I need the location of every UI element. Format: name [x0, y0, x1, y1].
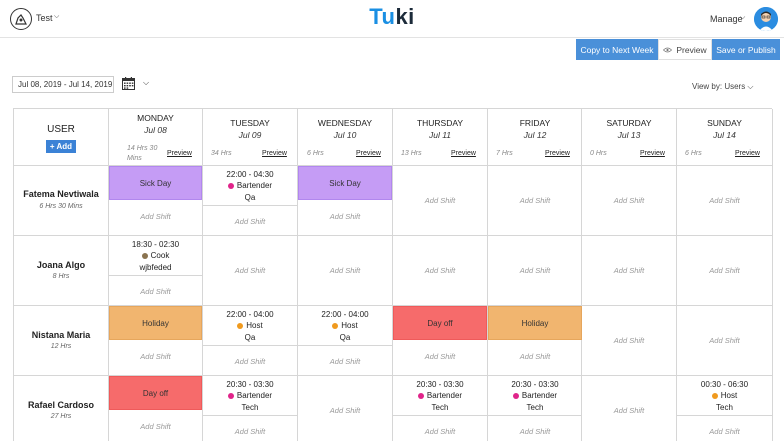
role-dot-icon [237, 322, 244, 329]
sick-day-block[interactable]: Sick Day [298, 166, 392, 200]
sick-day-block[interactable]: Sick Day [109, 166, 202, 200]
add-shift-link[interactable]: Add Shift [298, 406, 392, 415]
add-shift-link[interactable]: Add Shift [393, 196, 487, 205]
employee-name: Rafael Cardoso [27, 400, 95, 410]
employee-name: Nistana Maria [31, 330, 91, 340]
day-preview-link[interactable]: Preview [262, 150, 287, 157]
holiday-block[interactable]: Holiday [109, 306, 202, 340]
add-user-button[interactable]: + Add [46, 140, 76, 153]
add-shift-link[interactable]: Add Shift [677, 427, 772, 436]
role-dot-icon [227, 182, 234, 189]
calendar-icon[interactable] [122, 77, 135, 90]
role-dot-icon [141, 252, 148, 259]
holiday-block[interactable]: Holiday [488, 306, 582, 340]
add-shift-link[interactable]: Add Shift [488, 266, 582, 275]
add-shift-link[interactable]: Add Shift [298, 266, 392, 275]
day-preview-link[interactable]: Preview [640, 150, 665, 157]
employee-hours: 6 Hrs 30 Mins [39, 203, 83, 210]
add-shift-link[interactable]: Add Shift [393, 352, 487, 361]
top-nav: Test ⌵ Tuki Manage ⌵ [0, 0, 784, 38]
add-shift-link[interactable]: Add Shift [109, 212, 202, 221]
add-shift-link[interactable]: Add Shift [677, 196, 772, 205]
employee-hours: 27 Hrs [50, 413, 72, 420]
preview-button[interactable]: Preview [658, 39, 712, 60]
preview-label: Preview [676, 44, 707, 55]
add-shift-link[interactable]: Add Shift [488, 427, 582, 436]
role-dot-icon [512, 392, 519, 399]
employee-hours: 12 Hrs [50, 343, 72, 350]
day-preview-link[interactable]: Preview [545, 150, 570, 157]
add-shift-link[interactable]: Add Shift [393, 427, 487, 436]
day-off-block[interactable]: Day off [393, 306, 487, 340]
avatar[interactable] [754, 7, 778, 31]
role-dot-icon [227, 392, 234, 399]
add-shift-link[interactable]: Add Shift [109, 287, 202, 296]
day-off-block[interactable]: Day off [109, 376, 202, 410]
employee-name: Joana Algo [36, 260, 86, 270]
add-shift-link[interactable]: Add Shift [109, 422, 202, 431]
view-by-select[interactable]: View by: Users ⌵ [692, 82, 754, 92]
chevron-down-icon[interactable]: ⌵ [740, 14, 745, 22]
role-dot-icon [332, 322, 339, 329]
brand-logo: Tuki [369, 4, 415, 29]
add-shift-link[interactable]: Add Shift [488, 196, 582, 205]
day-preview-link[interactable]: Preview [356, 150, 381, 157]
add-shift-link[interactable]: Add Shift [203, 217, 297, 226]
add-shift-link[interactable]: Add Shift [298, 357, 392, 366]
add-shift-link[interactable]: Add Shift [109, 352, 202, 361]
eye-icon [663, 47, 673, 52]
day-preview-link[interactable]: Preview [451, 150, 476, 157]
add-shift-link[interactable]: Add Shift [203, 266, 297, 275]
add-shift-link[interactable]: Add Shift [393, 266, 487, 275]
role-dot-icon [417, 392, 424, 399]
date-range-input[interactable]: Jul 08, 2019 - Jul 14, 2019 [12, 76, 114, 93]
add-shift-link[interactable]: Add Shift [298, 212, 392, 221]
add-shift-link[interactable]: Add Shift [582, 196, 676, 205]
day-preview-link[interactable]: Preview [735, 150, 760, 157]
add-shift-link[interactable]: Add Shift [203, 427, 297, 436]
manage-menu[interactable]: Manage [710, 14, 743, 24]
chevron-down-icon[interactable]: ⌵ [143, 78, 149, 88]
user-column-header: USER [47, 124, 75, 135]
save-or-publish-button[interactable]: Save or Publish [712, 39, 780, 60]
add-shift-link[interactable]: Add Shift [582, 406, 676, 415]
add-shift-link[interactable]: Add Shift [582, 266, 676, 275]
add-shift-link[interactable]: Add Shift [203, 357, 297, 366]
add-shift-link[interactable]: Add Shift [677, 336, 772, 345]
add-shift-link[interactable]: Add Shift [488, 352, 582, 361]
employee-hours: 8 Hrs [52, 273, 70, 280]
day-preview-link[interactable]: Preview [167, 150, 192, 157]
schedule-grid: USER + Add MONDAY Jul 08 14 Hrs 30 Mins … [13, 108, 773, 441]
add-shift-link[interactable]: Add Shift [677, 266, 772, 275]
copy-to-next-week-button[interactable]: Copy to Next Week [576, 39, 658, 60]
add-shift-link[interactable]: Add Shift [582, 336, 676, 345]
employee-name: Fatema Nevtiwala [23, 189, 99, 199]
role-dot-icon [711, 392, 718, 399]
